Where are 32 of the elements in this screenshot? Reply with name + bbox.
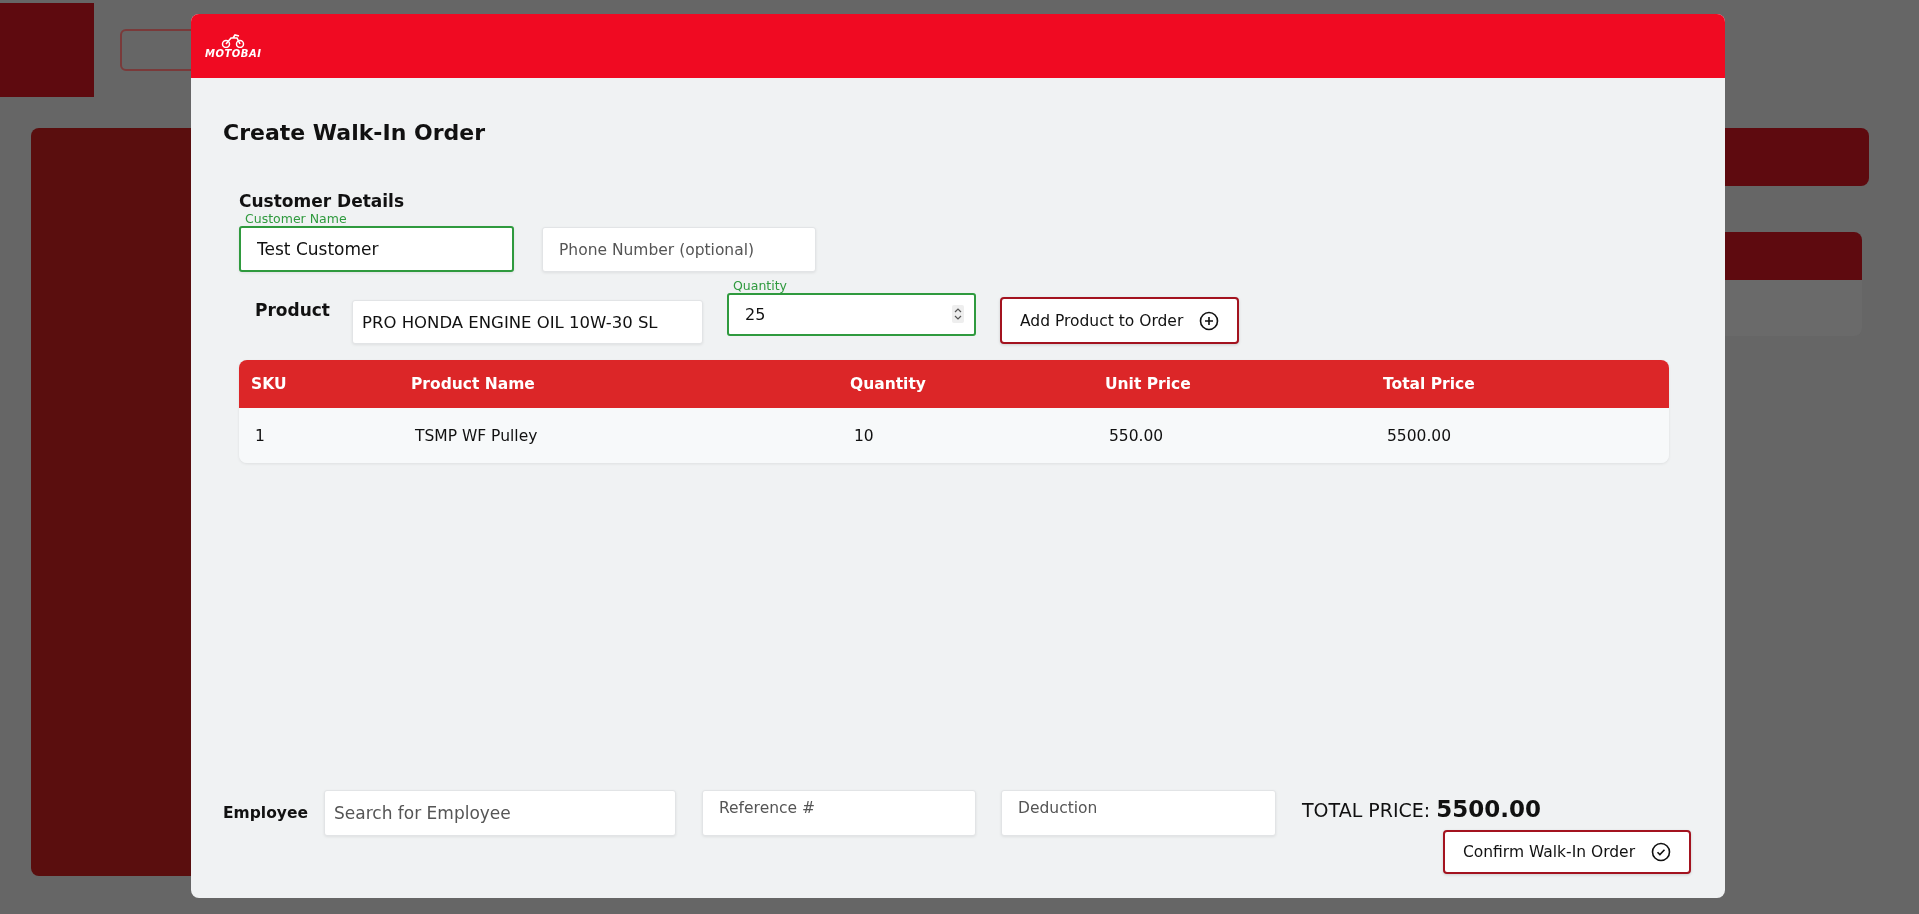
section-heading: Customer Details: [239, 191, 406, 211]
plus-circle-icon: [1199, 310, 1220, 331]
total-value: 5500.00: [1436, 796, 1541, 822]
field-label: Customer Name: [245, 211, 348, 226]
table-cell-text: 550.00: [1108, 426, 1165, 445]
quantity-field[interactable]: 25: [727, 293, 976, 336]
column-header: SKU: [250, 375, 288, 393]
deduction-field[interactable]: Deduction: [1001, 790, 1276, 836]
check-circle-icon: [1651, 842, 1671, 862]
field-label: Quantity: [733, 278, 789, 293]
column-header: Product Name: [410, 375, 536, 393]
spinner-icon[interactable]: [952, 305, 964, 323]
total-label: TOTAL PRICE:: [1302, 799, 1431, 821]
phone-field[interactable]: Phone Number (optional): [542, 227, 816, 272]
employee-label: Employee: [223, 804, 309, 822]
customer-name-field[interactable]: Test Customer: [239, 226, 514, 272]
employee-search-field[interactable]: Search for Employee: [324, 790, 676, 836]
table-cell-text: TSMP WF Pulley: [414, 426, 539, 445]
brand-logo: MOTOBAI: [205, 33, 262, 59]
add-product-button[interactable]: Add Product to Order: [1000, 297, 1240, 344]
reference-field[interactable]: Reference #: [702, 790, 976, 836]
table-cell-text: 10: [853, 426, 875, 445]
column-header: Quantity: [849, 375, 927, 393]
confirm-order-button[interactable]: Confirm Walk-In Order: [1442, 830, 1691, 874]
table-cell-text: 5500.00: [1386, 426, 1453, 445]
table-cell-text: 1: [254, 426, 266, 445]
motorcycle-icon: [221, 33, 246, 48]
product-label: Product: [255, 300, 330, 320]
column-header: Unit Price: [1104, 375, 1192, 393]
product-field[interactable]: PRO HONDA ENGINE OIL 10W-30 SL: [352, 300, 703, 344]
dialog-title: Create Walk-In Order: [223, 120, 487, 145]
column-header: Total Price: [1382, 375, 1476, 393]
